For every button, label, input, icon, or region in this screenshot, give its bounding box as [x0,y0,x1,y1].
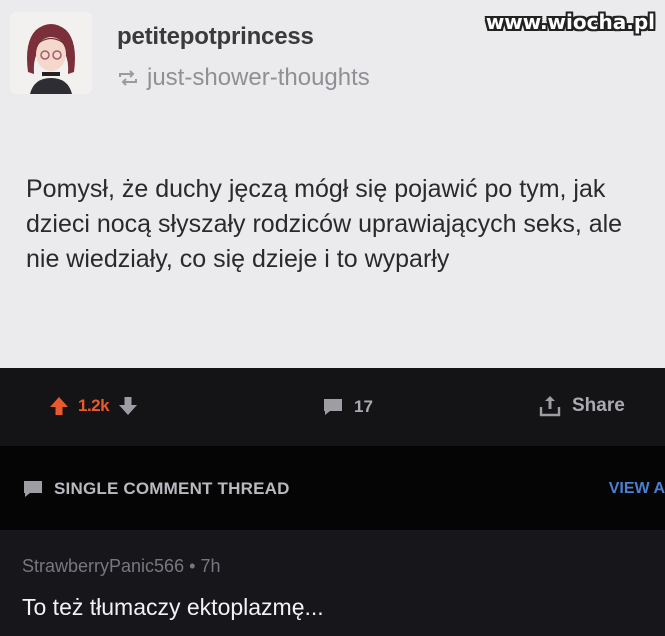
vote-score: 1.2k [78,396,110,415]
view-all-link[interactable]: VIEW A [609,480,665,498]
downvote-arrow-icon[interactable] [117,395,139,417]
post-body: Pomysł, że duchy jęczą mógł się pojawić … [26,175,623,273]
comments-button[interactable]: 17 [322,397,373,417]
upvote-arrow-icon[interactable] [48,395,70,417]
user-avatar[interactable] [10,12,92,94]
comment-thread-icon [24,481,42,497]
thread-header: SINGLE COMMENT THREAD VIEW A [0,446,665,530]
comment-body: To też tłumaczy ektoplazmę... [22,594,324,620]
share-button[interactable]: Share [538,394,625,418]
comment-count: 17 [354,397,373,416]
thread-title: SINGLE COMMENT THREAD [54,479,290,498]
post-username[interactable]: petitepotprincess [117,23,314,51]
comment-bubble-icon [324,399,342,415]
meta-separator: • [189,556,196,576]
comment-age: 7h [200,556,221,576]
reblog-source[interactable]: just-shower-thoughts [117,64,370,92]
reblog-source-name: just-shower-thoughts [147,64,370,91]
comment: StrawberryPanic566 • 7h To też tłumaczy … [0,530,665,636]
reblog-icon [119,70,137,86]
thread-title-group: SINGLE COMMENT THREAD [22,479,290,499]
vote-controls: 1.2k [48,395,139,417]
watermark: www.wiocha.pl [485,10,655,34]
share-icon [539,396,561,417]
comment-author[interactable]: StrawberryPanic566 [22,556,184,576]
action-bar: 1.2k 17 Share [0,368,665,446]
comment-meta: StrawberryPanic566 • 7h [22,556,220,577]
share-label: Share [572,395,625,416]
anime-girl-avatar-icon [10,12,92,94]
tumblr-post: petitepotprincess just-shower-thoughts P… [0,0,665,368]
